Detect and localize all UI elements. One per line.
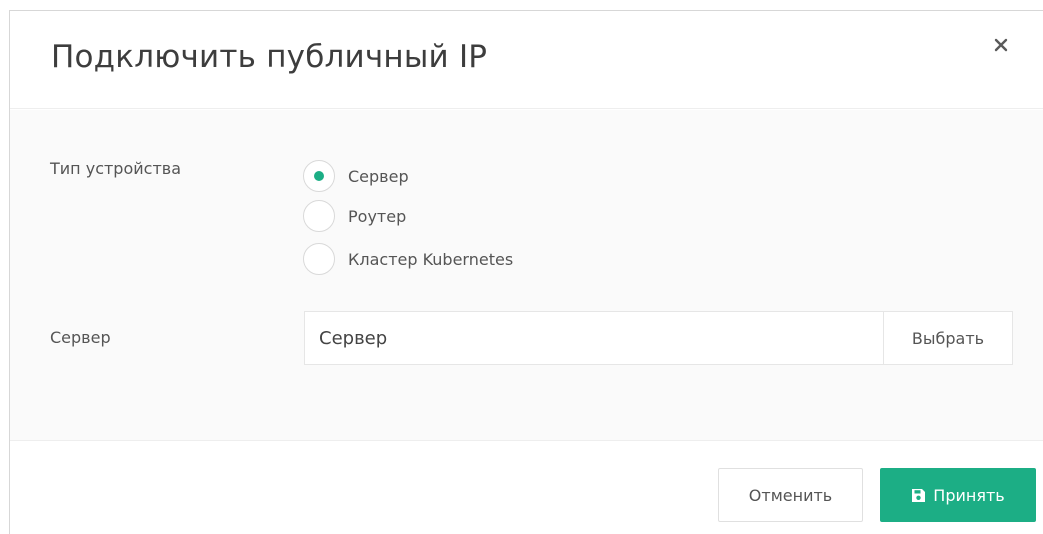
server-field-label: Сервер — [50, 328, 111, 347]
dialog-header: Подключить публичный IP — [10, 11, 1043, 109]
dialog-title: Подключить публичный IP — [51, 39, 488, 75]
radio-option-router[interactable]: Роутер — [303, 200, 406, 232]
connect-public-ip-dialog: Подключить публичный IP Тип устройства С… — [9, 10, 1043, 534]
radio-option-server[interactable]: Сервер — [303, 160, 409, 192]
cancel-button[interactable]: Отменить — [718, 468, 863, 522]
save-icon — [911, 488, 926, 503]
device-type-label: Тип устройства — [50, 159, 181, 178]
server-input-group: Выбрать — [304, 311, 1013, 365]
select-server-button[interactable]: Выбрать — [883, 311, 1013, 365]
accept-button[interactable]: Принять — [880, 468, 1036, 522]
radio-option-kubernetes-cluster[interactable]: Кластер Kubernetes — [303, 243, 513, 275]
close-button[interactable] — [989, 33, 1013, 57]
server-input[interactable] — [304, 311, 883, 365]
radio-button[interactable] — [303, 243, 335, 275]
radio-selected-dot — [314, 171, 324, 181]
radio-option-label: Сервер — [348, 166, 409, 186]
close-icon — [994, 38, 1008, 52]
radio-button[interactable] — [303, 200, 335, 232]
radio-option-label: Роутер — [348, 206, 407, 226]
radio-button[interactable] — [303, 160, 335, 192]
accept-button-label: Принять — [933, 485, 1005, 505]
radio-option-label: Кластер Kubernetes — [348, 249, 514, 269]
